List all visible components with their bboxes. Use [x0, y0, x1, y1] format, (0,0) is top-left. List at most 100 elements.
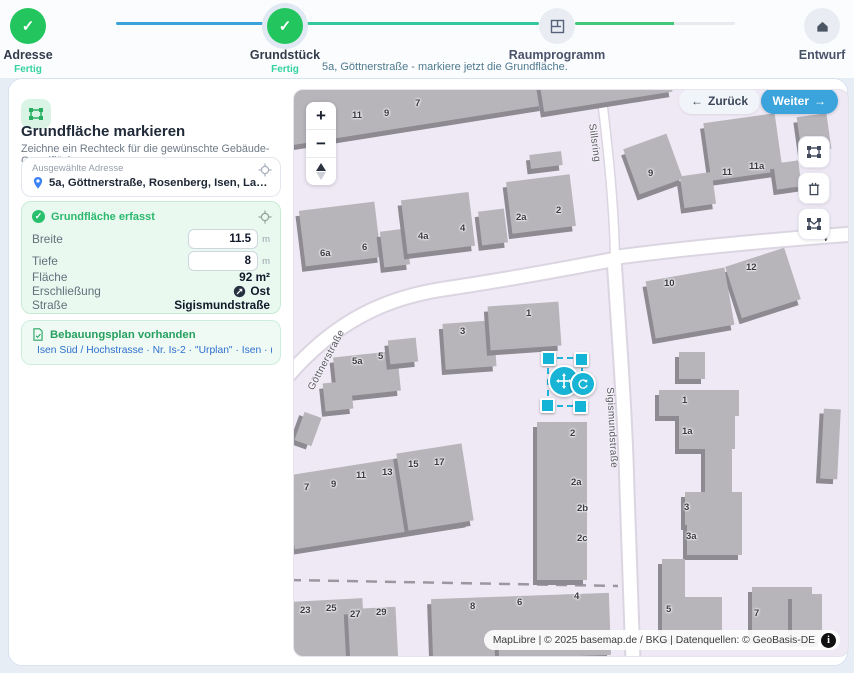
house-number-label: 2b	[577, 503, 588, 514]
house-number-label: 25	[326, 603, 337, 614]
map-building	[488, 302, 562, 351]
map-building	[299, 202, 381, 267]
crosshair-icon[interactable]	[258, 210, 272, 224]
house-number-label: 29	[376, 607, 387, 618]
field-breite-label: Breite	[32, 232, 63, 246]
info-icon[interactable]: i	[821, 633, 836, 648]
delete-tool-button[interactable]	[798, 172, 830, 204]
house-number-label: 2c	[577, 533, 588, 544]
house-number-label: 4a	[418, 231, 429, 242]
left-panel: Grundfläche markieren Zeichne ein Rechte…	[9, 79, 293, 665]
house-number-label: 3a	[686, 531, 697, 542]
step-subtitle: 5a, Göttnerstraße - markiere jetzt die G…	[322, 61, 568, 73]
map-pin-icon	[32, 176, 44, 190]
house-number-label: 11	[722, 167, 732, 178]
house-number-label: 1	[526, 308, 531, 319]
trash-icon	[807, 181, 821, 196]
house-number-label: 11	[352, 110, 362, 121]
step-entwurf-label: Entwurf	[767, 48, 854, 62]
address-value: 5a, Göttnerstraße, Rosenberg, Isen, Land…	[49, 177, 271, 189]
floorplan-icon	[550, 19, 565, 34]
step-entwurf[interactable]	[804, 8, 840, 44]
tiefe-input[interactable]	[188, 251, 258, 271]
compass-south-icon	[316, 172, 326, 180]
house-number-label: 11	[356, 470, 366, 481]
step-grundstueck-label: Grundstück	[230, 48, 340, 62]
map-attribution: MapLibre | © 2025 basemap.de / BKG | Dat…	[484, 630, 840, 650]
selection-handle-ne[interactable]	[574, 352, 589, 367]
selection-handle-se[interactable]	[573, 399, 588, 414]
house-number-label: 5	[666, 604, 671, 615]
compass-north-icon	[316, 163, 326, 171]
erschliessung-value: Ost	[250, 284, 270, 298]
draw-polygon-tool-button[interactable]	[798, 208, 830, 240]
house-number-label: 1	[682, 395, 687, 406]
attribution-text: MapLibre | © 2025 basemap.de / BKG | Dat…	[493, 635, 815, 646]
zoom-out-button[interactable]: −	[306, 130, 336, 158]
house-number-label: 17	[434, 457, 445, 468]
map-building	[685, 492, 742, 525]
selection-handle-nw[interactable]	[541, 351, 556, 366]
selection-handle-sw[interactable]	[540, 398, 555, 413]
check-circle-icon: ✓	[32, 210, 45, 223]
map-building	[659, 390, 739, 416]
back-button[interactable]: ← Zurück	[679, 89, 760, 114]
compass-button[interactable]	[306, 158, 336, 185]
strasse-value: Sigismundstraße	[174, 298, 270, 312]
step-adresse-status: Fertig	[0, 64, 83, 75]
step-grundstueck[interactable]: ✓	[267, 8, 303, 44]
house-number-label: 4	[574, 591, 579, 602]
house-number-label: 9	[331, 479, 336, 490]
house-number-label: 7	[754, 608, 759, 619]
house-number-label: 13	[382, 467, 393, 478]
house-number-label: 2a	[571, 477, 582, 488]
map-building	[679, 352, 705, 379]
compass-arrow-icon	[233, 285, 246, 298]
check-icon: ✓	[22, 17, 35, 35]
house-number-label: 9	[648, 168, 653, 179]
house-number-label: 6	[517, 597, 522, 608]
map-building	[506, 174, 576, 233]
main-card: Grundfläche markieren Zeichne ein Rechte…	[8, 78, 848, 666]
house-number-label: 1a	[682, 426, 693, 437]
house-number-label: 23	[300, 605, 311, 616]
house-number-label: 2	[570, 428, 575, 439]
zoom-in-button[interactable]: +	[306, 102, 336, 130]
map-building	[323, 381, 354, 412]
map-canvas[interactable]: 311976a64a42a291111a121045a53111a33a5722…	[293, 89, 849, 657]
bplan-link[interactable]: Isen Süd / Hochstrasse · Nr. Is-2 · "Urp…	[32, 345, 272, 356]
next-button[interactable]: Weiter →	[761, 89, 838, 114]
house-number-label: 7	[304, 482, 309, 493]
map-building	[705, 449, 732, 493]
map-building	[537, 422, 587, 580]
breite-input[interactable]	[188, 229, 258, 249]
rotate-handle[interactable]	[570, 371, 596, 397]
check-icon: ✓	[279, 17, 292, 35]
step-raumprogramm-label: Raumprogramm	[502, 48, 612, 62]
house-number-label: 4	[460, 223, 465, 234]
field-tiefe-label: Tiefe	[32, 254, 58, 268]
polygon-icon	[806, 216, 822, 232]
house-number-label: 12	[746, 262, 757, 273]
crosshair-icon[interactable]	[258, 163, 272, 177]
address-card[interactable]: Ausgewählte Adresse 5a, Göttnerstraße, R…	[21, 157, 281, 197]
step-adresse[interactable]: ✓	[10, 8, 46, 44]
draw-rectangle-tool-button[interactable]	[798, 136, 830, 168]
bplan-title: Bebauungsplan vorhanden	[50, 329, 196, 341]
house-number-label: 10	[664, 278, 675, 289]
map-building	[662, 559, 685, 597]
house-number-label: 2	[556, 205, 561, 216]
select-area-icon	[28, 106, 44, 122]
house-number-label: 27	[350, 609, 361, 620]
map-building	[703, 113, 782, 180]
home-icon	[815, 19, 830, 34]
step-raumprogramm[interactable]	[539, 8, 575, 44]
field-flaeche-label: Fläche	[32, 270, 67, 284]
house-number-label: 15	[408, 459, 419, 470]
house-number-label: 9	[384, 108, 389, 119]
back-arrow-icon: ←	[691, 94, 703, 108]
next-arrow-icon: →	[814, 94, 826, 108]
map-building	[388, 338, 418, 365]
house-number-label: 11a	[749, 161, 764, 172]
map-building	[680, 172, 716, 208]
